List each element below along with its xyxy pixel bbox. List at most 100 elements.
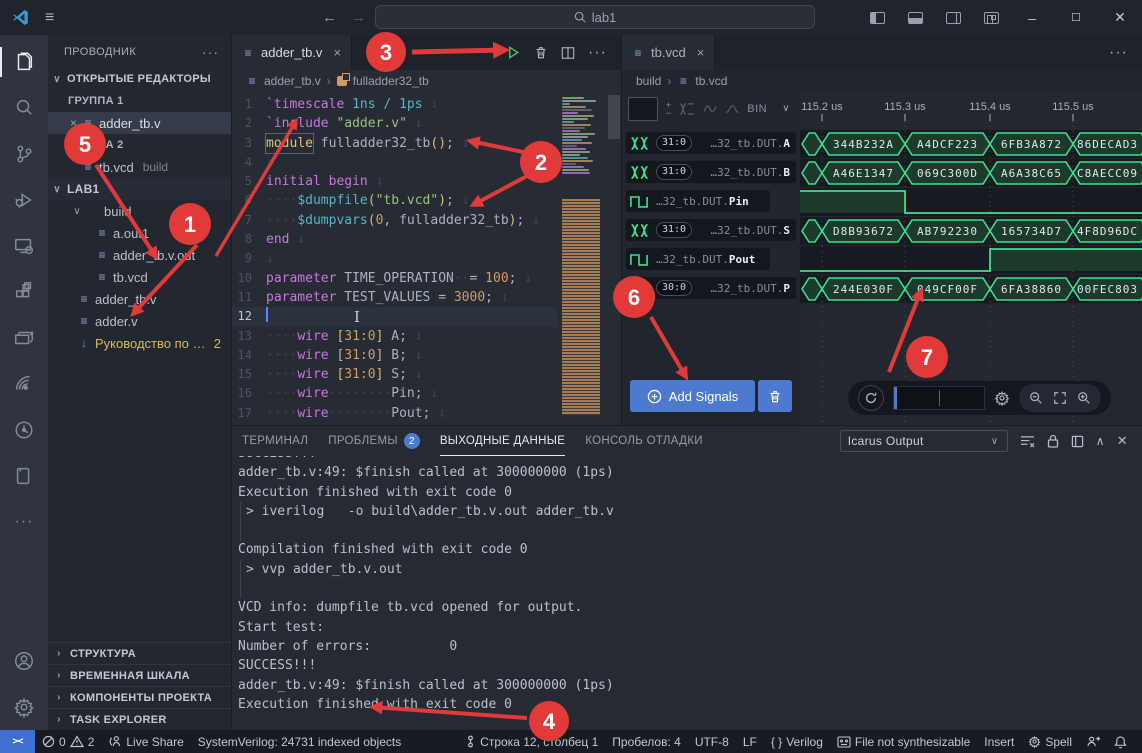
code-line-14[interactable]: 14····wire [31:0] B; ↓ [232, 346, 557, 365]
code-line-5[interactable]: 5initial begin ↓ [232, 172, 557, 191]
radix-select[interactable]: BIN∨ [747, 103, 791, 115]
open-editor-adder-tb[interactable]: × ≡ adder_tb.v [48, 112, 231, 134]
split-editor-icon[interactable] [561, 46, 575, 60]
zoom-out-icon[interactable] [1029, 391, 1043, 405]
tree-item-adder.v[interactable]: ≡adder.v [48, 310, 231, 332]
tree-item-adder_tb.v.out[interactable]: ≡adder_tb.v.out [48, 244, 231, 266]
editor-group-2-label[interactable]: ГРУППА 2 [48, 134, 231, 156]
signal-row-Pout[interactable]: …32_tb.DUT.Pout [626, 248, 770, 270]
output-console[interactable]: SUCCESS!!!adder_tb.v:49: $finish called … [232, 456, 1142, 730]
analog-step-icon[interactable] [725, 104, 739, 114]
remote-indicator[interactable]: >< [0, 730, 35, 753]
add-signals-button[interactable]: Add Signals [630, 380, 755, 412]
clear-output-icon[interactable] [1020, 435, 1035, 448]
eol-status[interactable]: LF [736, 735, 764, 749]
bus-format-icon[interactable] [679, 103, 695, 115]
toggle-secondary-sidebar-icon[interactable] [934, 0, 972, 35]
tree-item--[interactable]: ↓Руководство по …2 [48, 332, 231, 354]
workspace-root[interactable]: ∨ LAB1 [48, 178, 231, 200]
vcd-breadcrumb[interactable]: build › ≡ tb.vcd [622, 70, 1142, 92]
spell-status[interactable]: Spell [1021, 735, 1079, 749]
feedback-icon[interactable] [1079, 735, 1107, 748]
remote-explorer-icon[interactable] [0, 223, 48, 269]
settings-gear-icon[interactable] [0, 684, 48, 730]
minimize-button[interactable]: – [1010, 0, 1054, 35]
code-line-8[interactable]: 8end ↓ [232, 230, 557, 249]
gear-icon[interactable] [994, 390, 1010, 406]
open-in-editor-icon[interactable] [1071, 435, 1084, 448]
remove-signals-button[interactable] [758, 380, 792, 412]
open-editors-header[interactable]: ∨ ОТКРЫТЫЕ РЕДАКТОРЫ [48, 68, 231, 90]
problems-status[interactable]: 0 2 [35, 735, 101, 749]
explorer-icon[interactable] [0, 39, 48, 85]
code-line-6[interactable]: 6····$dumpfile("tb.vcd"); ↓ [232, 191, 557, 210]
code-line-7[interactable]: 7····$dumpvars(0, fulladder32_tb); ↓ [232, 211, 557, 230]
account-icon[interactable] [0, 638, 48, 684]
nav-forward-icon[interactable]: → [351, 9, 366, 26]
source-control-icon[interactable] [0, 131, 48, 177]
search-sidebar-icon[interactable] [0, 85, 48, 131]
tree-item-build[interactable]: ∨build [48, 200, 231, 222]
tab-output[interactable]: ВЫХОДНЫЕ ДАННЫЕ [440, 426, 565, 456]
open-editor-tb-vcd[interactable]: ≡ tb.vcd build [48, 156, 231, 178]
synthesis-status[interactable]: File not synthesizable [830, 735, 977, 749]
sidebar-section-компоненты-проекта[interactable]: ›КОМПОНЕНТЫ ПРОЕКТА [48, 686, 231, 708]
wokwi-icon[interactable] [0, 361, 48, 407]
editor-scrollbar[interactable] [607, 95, 621, 425]
code-line-16[interactable]: 16····wire········Pin; ↓ [232, 384, 557, 403]
run-file-icon[interactable] [506, 45, 521, 60]
reload-icon[interactable] [858, 385, 884, 411]
sidebar-more-icon[interactable]: ··· [202, 44, 219, 60]
editor-breadcrumb[interactable]: ≡ adder_tb.v › fulladder32_tb [232, 70, 621, 92]
waveform-canvas[interactable]: 115.2 us115.3 us115.4 us115.5 us344B232A… [800, 92, 1142, 425]
sidebar-section-task-explorer[interactable]: ›TASK EXPLORER [48, 708, 231, 730]
timing-icon[interactable] [0, 407, 48, 453]
sidebar-section-структура[interactable]: ›СТРУКТУРА [48, 642, 231, 664]
tab-debug-console[interactable]: КОНСОЛЬ ОТЛАДКИ [585, 426, 703, 456]
signal-row-S[interactable]: 31:0…32_tb.DUT.S [626, 219, 796, 241]
menu-icon[interactable]: ≡ [45, 9, 54, 27]
code-line-11[interactable]: 11parameter TEST_VALUES = 3000; ↓ [232, 288, 557, 307]
color-select-box[interactable] [628, 97, 658, 121]
indentation-status[interactable]: Пробелов: 4 [605, 735, 688, 749]
tree-item-adder_tb.v[interactable]: ≡adder_tb.v [48, 288, 231, 310]
code-line-2[interactable]: 2`include "adder.v" ↓ [232, 114, 557, 133]
output-channel-select[interactable]: Icarus Output∨ [840, 430, 1008, 452]
close-button[interactable]: ✕ [1098, 0, 1142, 35]
code-line-15[interactable]: 15····wire [31:0] S; ↓ [232, 365, 557, 384]
maximize-button[interactable]: ☐ [1054, 0, 1098, 35]
tree-item-a.out1[interactable]: ≡a.out1 [48, 222, 231, 244]
code-line-9[interactable]: 9↓ [232, 249, 557, 268]
value-stepper[interactable]: +− [666, 101, 671, 117]
trash-icon[interactable] [534, 45, 548, 60]
tab-close-icon[interactable]: × [697, 45, 705, 60]
lock-icon[interactable] [1047, 434, 1059, 448]
code-editor[interactable]: 1`timescale 1ns / 1ps ↓2`include "adder.… [232, 92, 621, 425]
sidebar-section-временная-шкала[interactable]: ›ВРЕМЕННАЯ ШКАЛА [48, 664, 231, 686]
code-line-3[interactable]: 3module fulladder32_tb(); ↓ [232, 134, 557, 153]
language-status[interactable]: SystemVerilog: 24731 indexed objects [191, 735, 408, 749]
zoom-in-icon[interactable] [1077, 391, 1091, 405]
signal-row-P[interactable]: 30:0…32_tb.DUT.P [626, 277, 796, 299]
code-line-10[interactable]: 10parameter TIME_OPERATION··= 100; ↓ [232, 269, 557, 288]
vcd-more-icon[interactable]: ··· [1109, 44, 1128, 62]
tab-problems[interactable]: ПРОБЛЕМЫ 2 [328, 426, 420, 456]
encoding-status[interactable]: UTF-8 [688, 735, 736, 749]
editor-group-1-label[interactable]: ГРУППА 1 [48, 90, 231, 112]
command-search-input[interactable]: lab1 [375, 5, 815, 29]
tab-tb-vcd[interactable]: ≡ tb.vcd × [622, 35, 715, 70]
run-debug-icon[interactable] [0, 177, 48, 223]
notebook-icon[interactable] [0, 453, 48, 499]
signal-row-A[interactable]: 31:0…32_tb.DUT.A [626, 132, 796, 154]
tab-close-icon[interactable]: × [333, 45, 341, 60]
toggle-panel-icon[interactable] [896, 0, 934, 35]
editor-more-icon[interactable]: ··· [588, 44, 607, 62]
tree-item-tb.vcd[interactable]: ≡tb.vcd [48, 266, 231, 288]
containers-icon[interactable] [0, 315, 48, 361]
close-icon[interactable]: × [70, 116, 77, 130]
language-mode[interactable]: { } Verilog [764, 735, 830, 749]
notifications-bell-icon[interactable] [1107, 735, 1134, 749]
minimap[interactable] [557, 95, 607, 425]
more-views-icon[interactable]: ··· [0, 499, 48, 545]
cursor-position[interactable]: Строка 12, столбец 1 [458, 735, 605, 749]
